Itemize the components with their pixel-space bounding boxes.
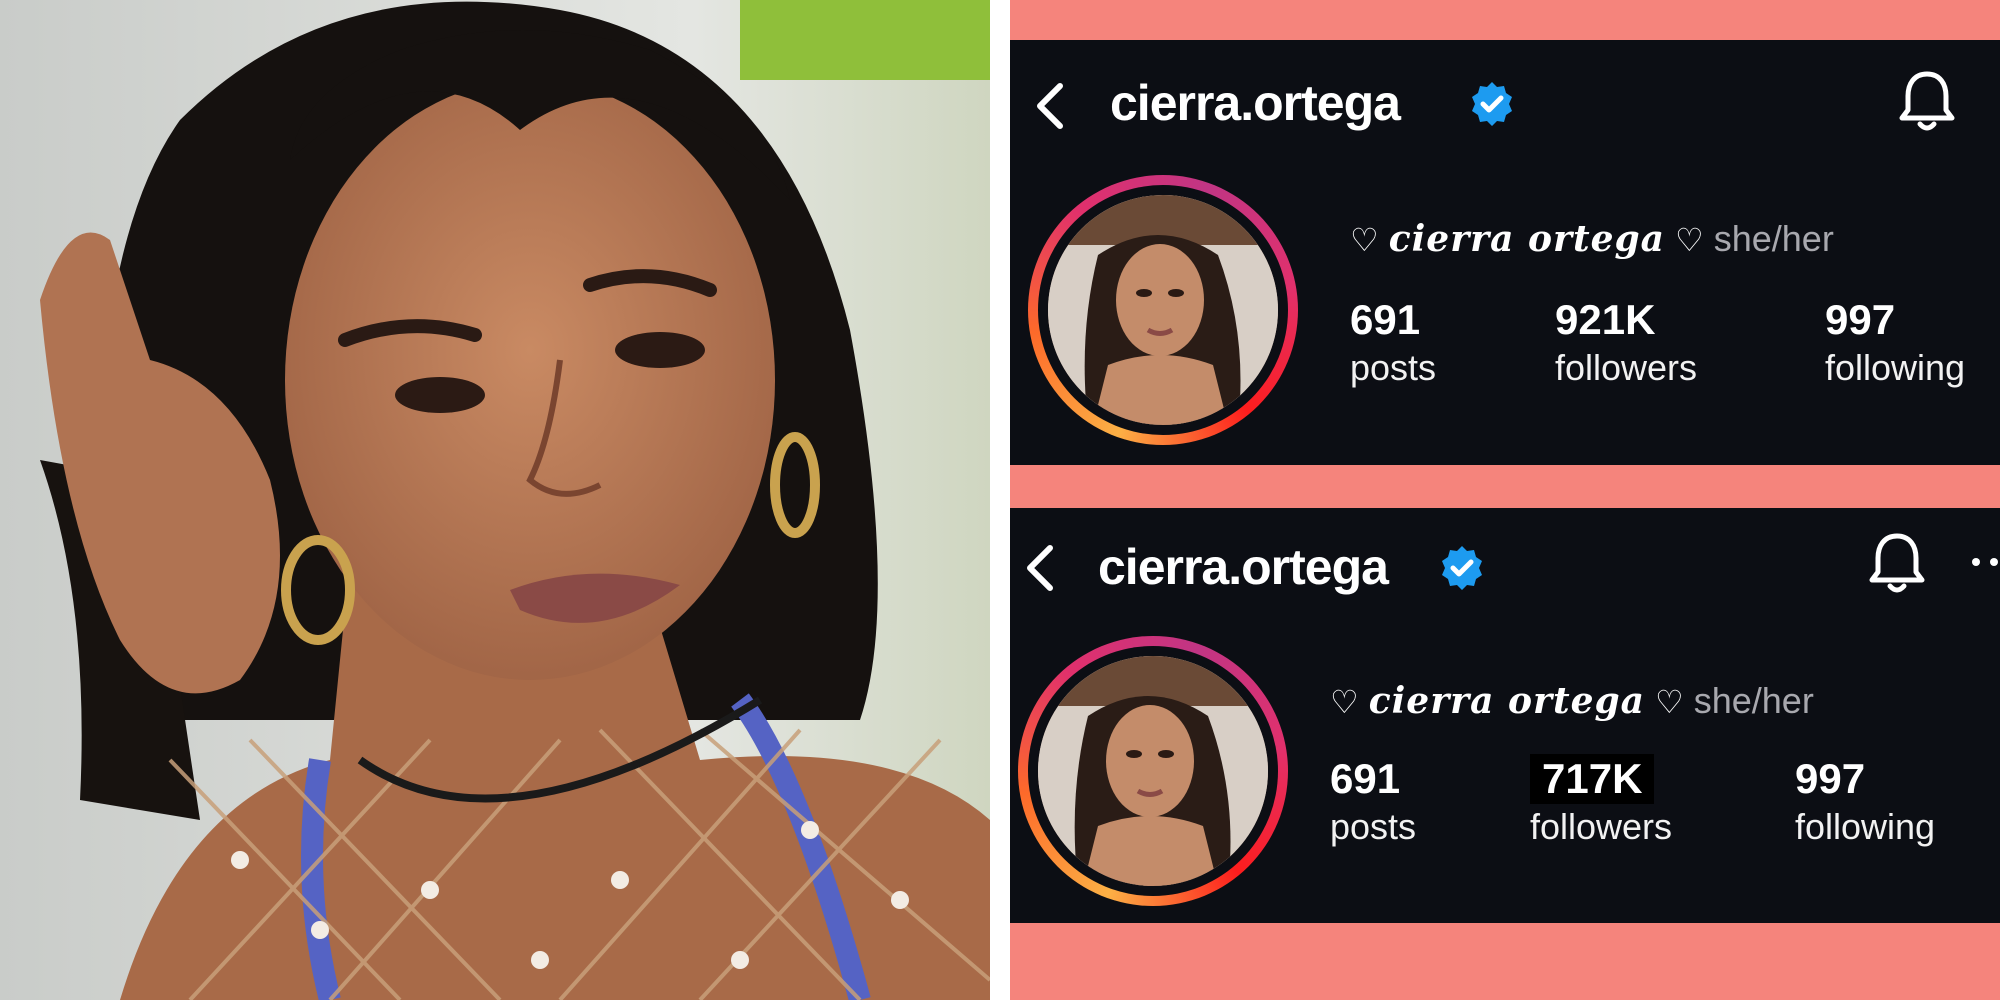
stat-posts-value: 691 <box>1330 755 1401 802</box>
heart-left-text: ♡ <box>1330 684 1359 720</box>
stat-following-label: following <box>1825 347 1966 388</box>
stat-posts-value: 691 <box>1350 296 1421 343</box>
stat-following-value: 997 <box>1825 296 1896 343</box>
heart-right-text: ♡ <box>1655 684 1684 720</box>
bell-icon[interactable] <box>1866 530 1928 596</box>
stat-followers-label: followers <box>1530 806 1673 847</box>
stat-posts[interactable]: 691 posts <box>1330 754 1416 850</box>
verified-badge-icon <box>1442 546 1482 590</box>
pronouns: she/her <box>1713 218 1834 259</box>
photo-woman-portrait <box>0 0 990 1000</box>
profile-bio: ♡ cierra ortega ♡ she/her <box>1350 218 1834 260</box>
back-chevron-icon[interactable] <box>1022 76 1082 136</box>
panel-divider <box>990 0 1010 1000</box>
display-name: cierra ortega <box>1388 218 1666 260</box>
pronouns: she/her <box>1693 680 1814 721</box>
stat-following-label: following <box>1795 806 1936 847</box>
profile-avatar[interactable] <box>1028 175 1298 445</box>
heart-right-text: ♡ <box>1675 222 1704 258</box>
verified-badge-icon <box>1472 82 1512 126</box>
back-chevron-icon[interactable] <box>1012 538 1072 598</box>
profile-screenshots-panel: cierra.ortega ♡ cierra ortega ♡ she/her … <box>1010 0 2000 1000</box>
profile-avatar[interactable] <box>1018 636 1288 906</box>
stat-following-value: 997 <box>1795 755 1866 802</box>
profile-bio: ♡ cierra ortega ♡ she/her <box>1330 680 1814 722</box>
heart-left-text: ♡ <box>1350 222 1379 258</box>
stat-following[interactable]: 997 following <box>1825 295 1965 391</box>
stat-followers[interactable]: 717K followers <box>1530 754 1672 850</box>
stat-following[interactable]: 997 following <box>1795 754 1935 850</box>
avatar-photo <box>1048 195 1278 425</box>
profile-header-card-2: cierra.ortega ♡ cierra ortega ♡ she/her … <box>1010 508 2000 923</box>
avatar-photo <box>1038 656 1268 886</box>
stat-followers-value: 921K <box>1555 296 1656 343</box>
stat-followers-value: 717K <box>1530 754 1655 804</box>
portrait-illustration <box>0 0 990 1000</box>
stat-followers[interactable]: 921K followers <box>1555 295 1697 391</box>
profile-username: cierra.ortega <box>1110 75 1401 131</box>
display-name: cierra ortega <box>1368 680 1646 722</box>
profile-username: cierra.ortega <box>1098 539 1389 595</box>
stat-posts-label: posts <box>1330 806 1417 847</box>
stat-posts[interactable]: 691 posts <box>1350 295 1436 391</box>
more-icon[interactable] <box>1960 532 2000 592</box>
stat-posts-label: posts <box>1350 347 1437 388</box>
stat-followers-label: followers <box>1555 347 1698 388</box>
profile-header-card-1: cierra.ortega ♡ cierra ortega ♡ she/her … <box>1010 40 2000 465</box>
bell-icon[interactable] <box>1896 68 1958 134</box>
